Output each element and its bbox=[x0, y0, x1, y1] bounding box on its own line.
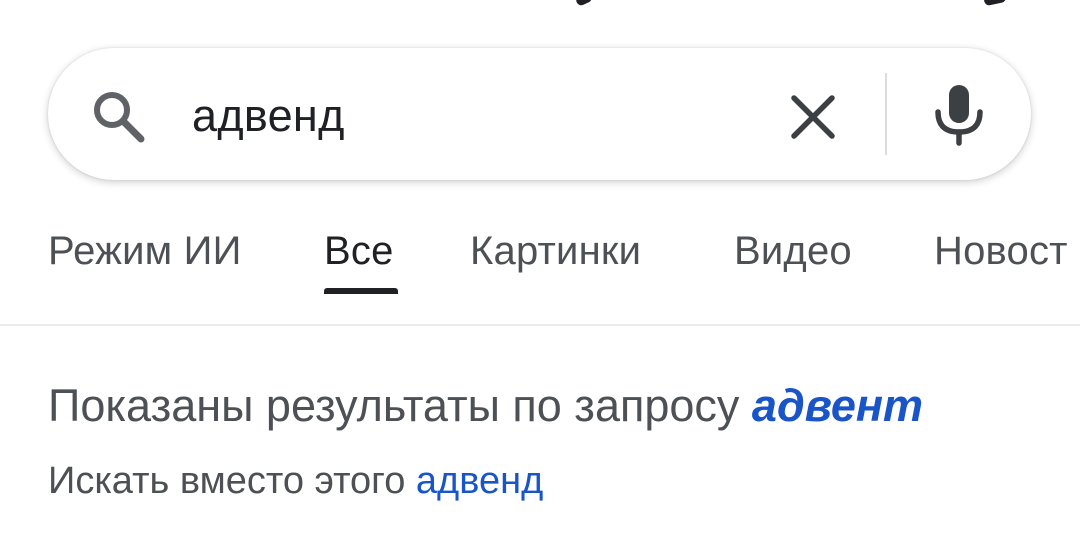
spelling-correction: Показаны результаты по запросу адвент bbox=[48, 378, 923, 434]
tab-news[interactable]: Новост bbox=[934, 220, 1068, 282]
tab-videos[interactable]: Видео bbox=[734, 220, 852, 282]
top-edge-fragment bbox=[574, 0, 594, 7]
search-bar-divider bbox=[885, 73, 887, 155]
search-tabs: Режим ИИ Все Картинки Видео Новост bbox=[0, 220, 1080, 300]
corrected-query-link[interactable]: адвент bbox=[752, 380, 923, 431]
search-instead: Искать вместо этого адвенд bbox=[48, 457, 543, 505]
search-instead-prefix: Искать вместо этого bbox=[48, 460, 406, 502]
top-edge-fragment bbox=[983, 0, 1007, 7]
active-tab-indicator bbox=[324, 288, 398, 294]
tab-all[interactable]: Все bbox=[324, 220, 394, 282]
tabs-divider bbox=[0, 324, 1080, 326]
microphone-icon[interactable] bbox=[926, 82, 992, 148]
search-icon bbox=[94, 92, 145, 143]
search-input[interactable]: адвенд bbox=[192, 88, 345, 144]
close-icon[interactable] bbox=[784, 88, 842, 146]
correction-prefix: Показаны результаты по запросу bbox=[48, 380, 740, 431]
tab-images[interactable]: Картинки bbox=[470, 220, 641, 282]
tab-ai-mode[interactable]: Режим ИИ bbox=[48, 220, 242, 282]
search-results-page: адвенд Режим ИИ Все Картинки Видео Новос… bbox=[0, 0, 1080, 543]
original-query-link[interactable]: адвенд bbox=[416, 460, 543, 502]
